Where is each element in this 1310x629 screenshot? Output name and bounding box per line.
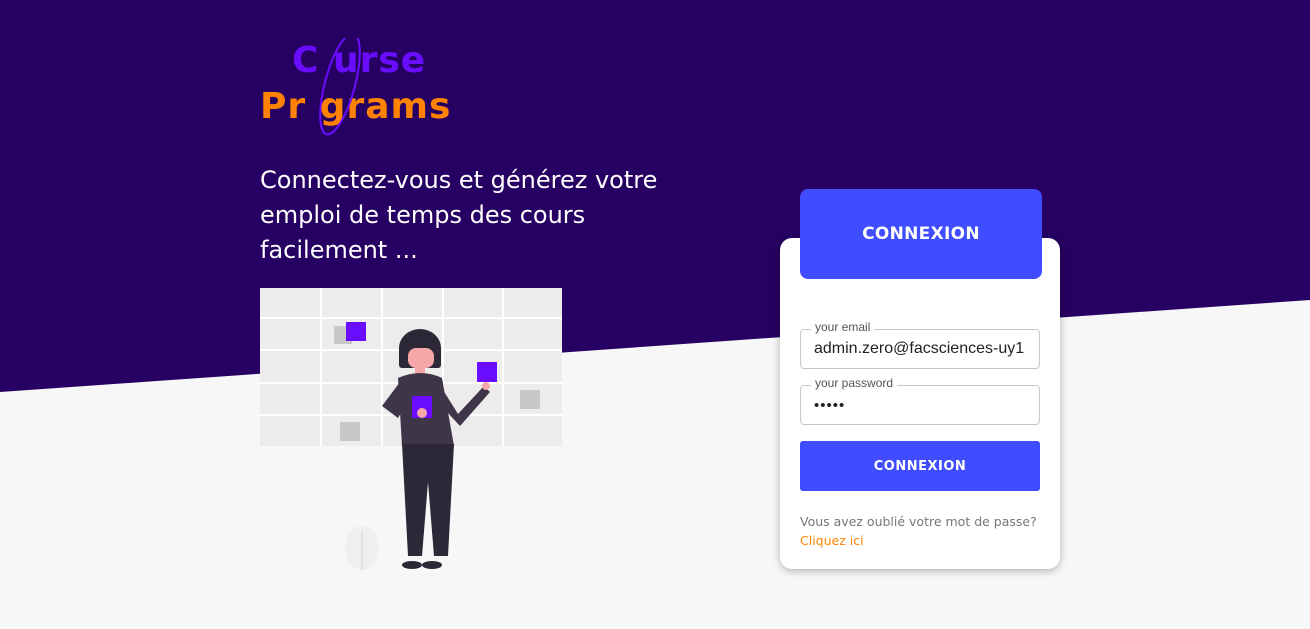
hero-tagline: Connectez-vous et générez votre emploi d… xyxy=(260,166,658,264)
password-value[interactable]: ••••• xyxy=(814,397,1035,414)
password-label: your password xyxy=(811,376,898,390)
course-programs-logo: C urse Pr grams xyxy=(258,38,498,138)
email-field[interactable]: your email admin.zero@facsciences-uy1 xyxy=(800,320,1040,369)
email-value[interactable]: admin.zero@facsciences-uy1 xyxy=(814,340,1035,358)
forgot-password-link[interactable]: Cliquez ici xyxy=(800,531,1050,550)
forgot-password: Vous avez oublié votre mot de passe? Cli… xyxy=(800,512,1050,550)
background-banner xyxy=(0,0,1310,392)
login-card-header: CONNEXION xyxy=(800,189,1042,279)
logo-ring-icon xyxy=(319,38,361,136)
person-calendar-illustration xyxy=(260,288,562,570)
email-label: your email xyxy=(811,320,875,334)
connexion-button[interactable]: CONNEXION xyxy=(800,441,1040,491)
forgot-password-text: Vous avez oublié votre mot de passe? xyxy=(800,514,1037,529)
plant-icon xyxy=(345,526,379,570)
password-field[interactable]: your password ••••• xyxy=(800,376,1040,425)
